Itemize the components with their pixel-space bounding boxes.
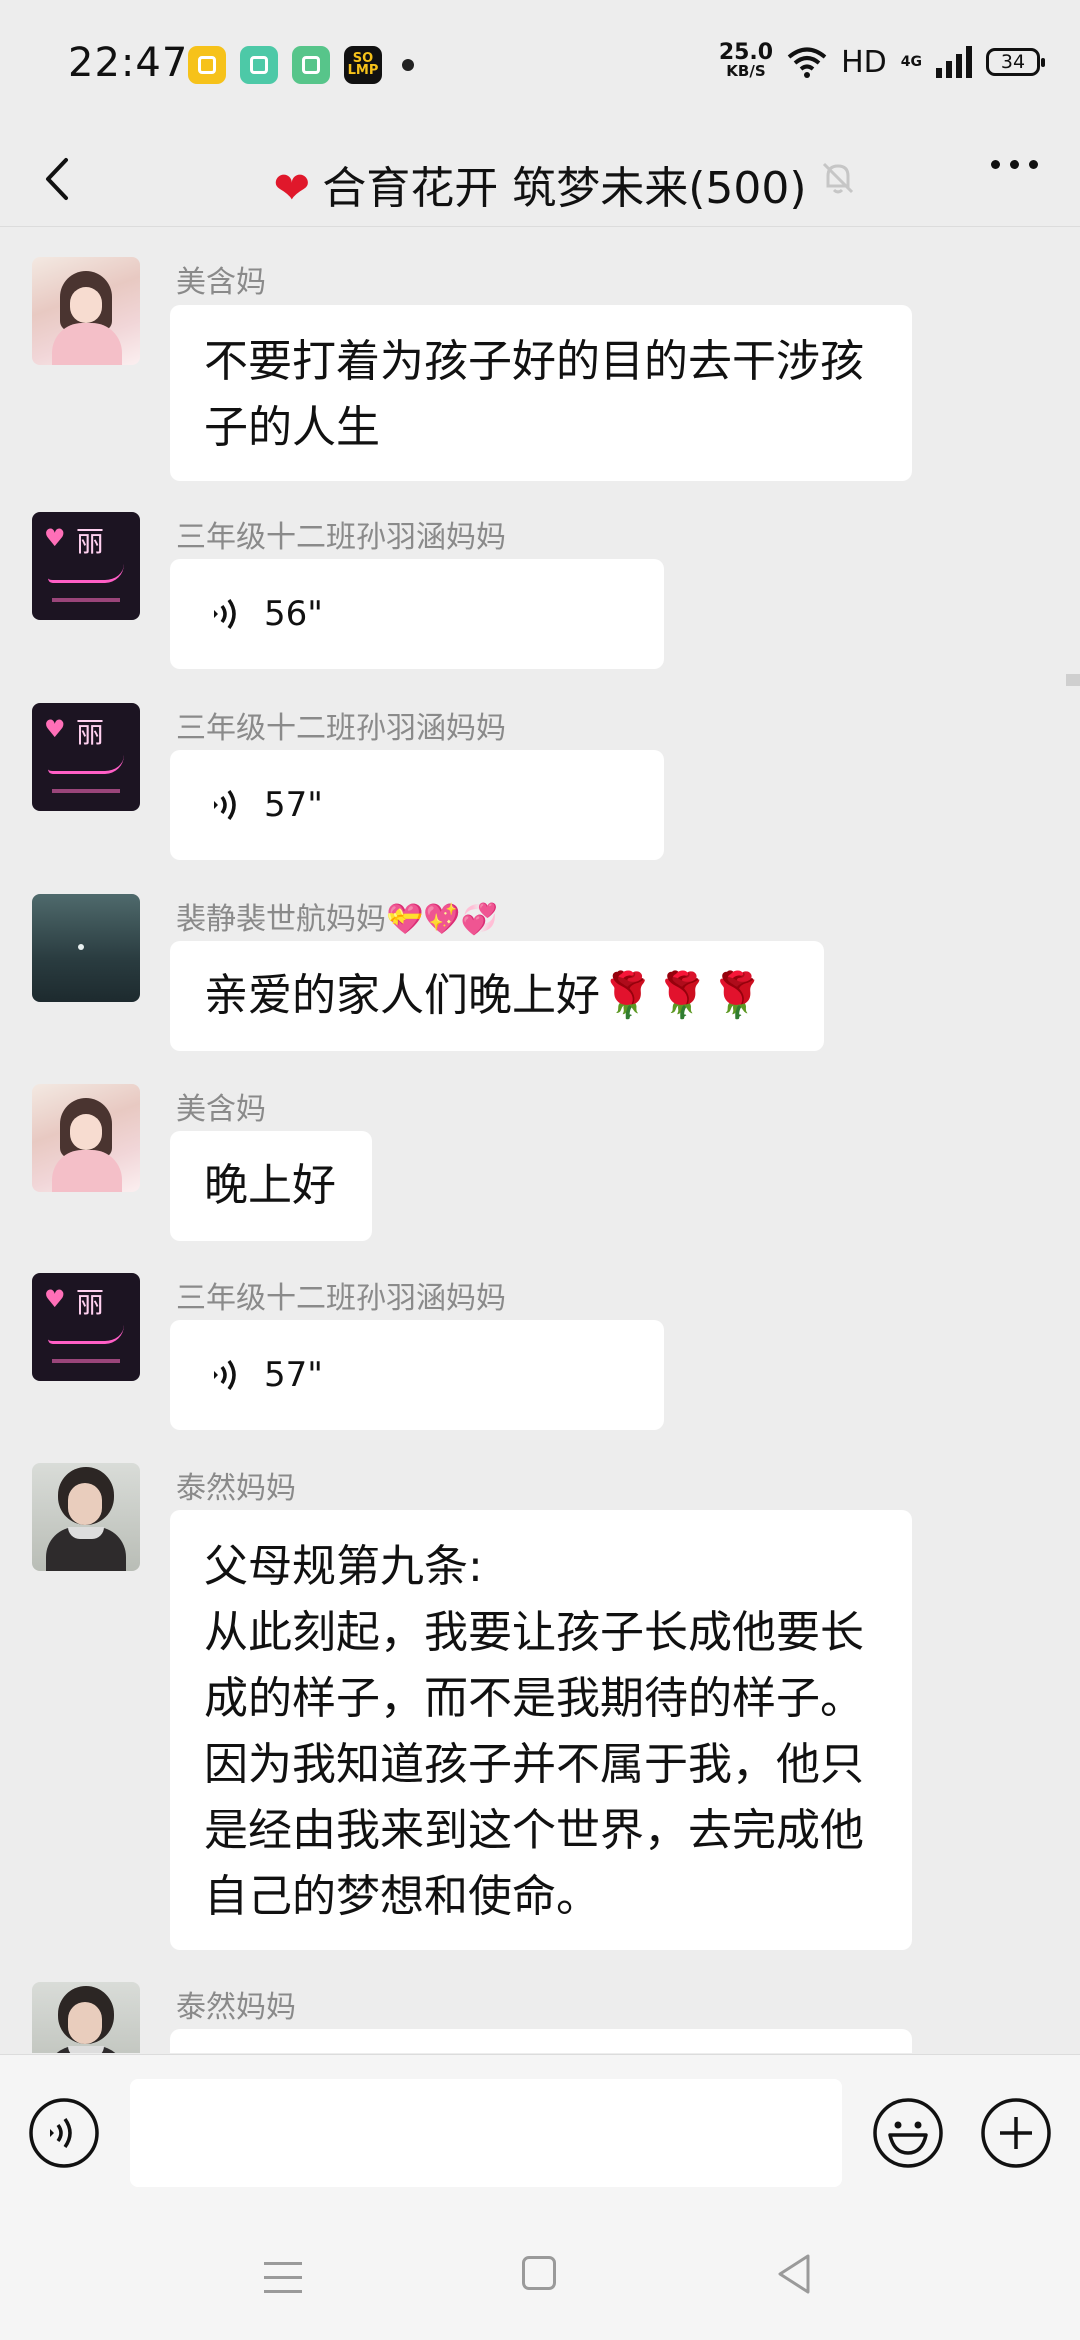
hd-label: HD	[841, 44, 887, 80]
mute-bell-icon	[822, 162, 854, 194]
sender-name: 三年级十二班孙羽涵妈妈	[176, 711, 506, 746]
status-bar: 22:47 SO LMP 25.0 KB/S HD 4G 34	[0, 0, 1080, 130]
network-type: 4G	[900, 54, 922, 70]
system-nav-bar	[0, 2212, 1080, 2340]
voice-wave-icon	[214, 1359, 236, 1391]
avatar[interactable]: ♥ 丽	[32, 512, 140, 620]
sender-name: 泰然妈妈	[176, 1471, 296, 1506]
group-name: 合育花开 筑梦未来(500)	[322, 163, 807, 214]
message-bubble[interactable]: 父母规第九条: 从此刻起，我要让孩子长成他要长成的样子，而不是我期待的样子。因为…	[170, 1510, 912, 1950]
avatar[interactable]: ♥ 丽	[32, 1273, 140, 1381]
status-indicators: 25.0 KB/S HD 4G 34	[718, 40, 1045, 81]
voice-message-bubble[interactable]: 57"	[170, 750, 664, 860]
sender-name: 美含妈	[176, 1092, 266, 1127]
chat-header: ❤ 合育花开 筑梦未来(500)	[0, 130, 1080, 227]
avatar[interactable]	[32, 257, 140, 365]
message-input[interactable]	[130, 2079, 842, 2187]
gallery-app-icon	[240, 46, 278, 84]
notification-icons: SO LMP	[188, 46, 414, 84]
message-item: ♥ 丽 三年级十二班孙羽涵妈妈 57"	[0, 1273, 1080, 1430]
message-list[interactable]: 美含妈 不要打着为孩子好的目的去干涉孩子的人生 ♥ 丽 三年级十二班孙羽涵妈妈 5…	[0, 227, 1080, 2053]
sender-name: 三年级十二班孙羽涵妈妈	[176, 520, 506, 555]
chat-title[interactable]: ❤ 合育花开 筑梦未来(500)	[0, 152, 1080, 216]
voice-duration: 57"	[264, 785, 323, 825]
avatar[interactable]	[32, 1463, 140, 1571]
message-bubble[interactable]: 亲爱的家人们晚上好🌹🌹🌹	[170, 941, 824, 1051]
calculator-app-icon	[292, 46, 330, 84]
message-item: 裴静裴世航妈妈💝💖💞 亲爱的家人们晚上好🌹🌹🌹	[0, 894, 1080, 1051]
voice-message-bubble[interactable]: 57"	[170, 1320, 664, 1430]
sender-name: 裴静裴世航妈妈💝💖💞	[176, 902, 499, 937]
avatar[interactable]: ♥ 丽	[32, 703, 140, 811]
message-item: ♥ 丽 三年级十二班孙羽涵妈妈 56"	[0, 512, 1080, 669]
menu-icon[interactable]	[264, 2262, 302, 2304]
notes-app-icon	[188, 46, 226, 84]
sender-name: 美含妈	[176, 265, 266, 300]
voice-wave-icon	[214, 598, 236, 630]
avatar[interactable]	[32, 1982, 140, 2053]
message-bubble[interactable]: 晚上好	[170, 1131, 372, 1241]
message-item: 美含妈 晚上好	[0, 1084, 1080, 1241]
message-bubble[interactable]	[170, 2029, 912, 2053]
message-item: 美含妈 不要打着为孩子好的目的去干涉孩子的人生	[0, 257, 1080, 481]
soul-app-icon: SO LMP	[344, 46, 382, 84]
scroll-indicator[interactable]	[1066, 674, 1080, 686]
network-speed-value: 25.0	[718, 40, 774, 65]
voice-duration: 57"	[264, 1355, 323, 1395]
back-icon[interactable]	[774, 2252, 814, 2296]
battery-icon: 34	[986, 48, 1045, 76]
sender-name: 三年级十二班孙羽涵妈妈	[176, 1281, 506, 1316]
network-speed: 25.0 KB/S	[718, 40, 774, 81]
sender-name: 泰然妈妈	[176, 1990, 296, 2025]
network-speed-unit: KB/S	[726, 62, 766, 80]
message-bubble[interactable]: 不要打着为孩子好的目的去干涉孩子的人生	[170, 305, 912, 481]
wifi-icon	[787, 47, 827, 78]
status-time: 22:47	[68, 40, 189, 86]
voice-wave-icon	[214, 789, 236, 821]
avatar[interactable]	[32, 894, 140, 1002]
voice-duration: 56"	[264, 594, 323, 634]
input-bar	[0, 2054, 1080, 2213]
voice-message-bubble[interactable]: 56"	[170, 559, 664, 669]
avatar[interactable]	[32, 1084, 140, 1192]
home-icon[interactable]	[522, 2256, 556, 2290]
heart-emoji: ❤	[273, 163, 311, 214]
message-item: 泰然妈妈 父母规第九条: 从此刻起，我要让孩子长成他要长成的样子，而不是我期待的…	[0, 1463, 1080, 1950]
message-item: ♥ 丽 三年级十二班孙羽涵妈妈 57"	[0, 703, 1080, 860]
message-item: 泰然妈妈	[0, 1982, 1080, 2053]
plus-icon[interactable]	[980, 2097, 1052, 2169]
more-notifications-dot	[402, 59, 414, 71]
voice-input-icon[interactable]	[28, 2097, 100, 2169]
battery-level: 34	[1000, 51, 1026, 73]
more-options-icon[interactable]	[991, 160, 1038, 169]
emoji-icon[interactable]	[872, 2097, 944, 2169]
signal-icon	[936, 46, 972, 78]
